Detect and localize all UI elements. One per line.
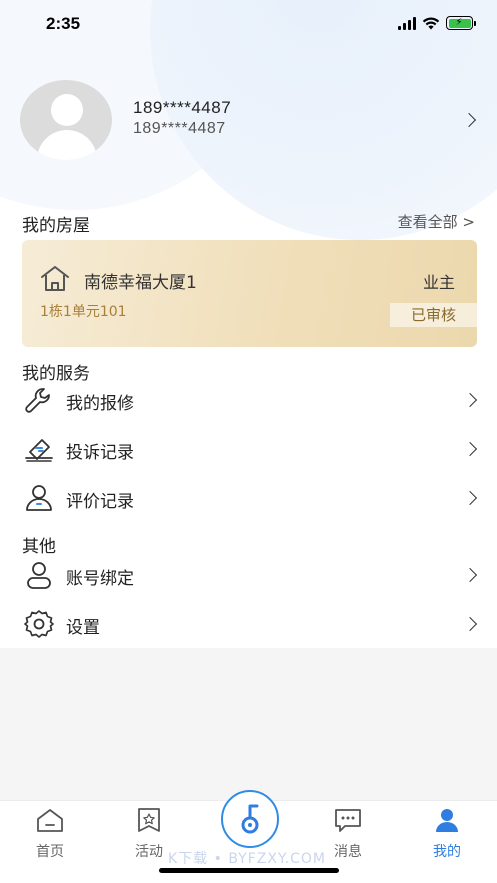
watermark: K下载 • BYFZXY.COM [168,851,327,867]
home-indicator [159,868,339,873]
chevron-right-icon [462,616,478,632]
battery-icon: ⚡ [446,16,476,30]
menu-item-repair[interactable]: 我的报修 [0,377,497,423]
profile-header[interactable]: 189****4487 189****4487 [20,80,480,160]
key-icon [241,804,259,834]
activity-icon [138,808,160,832]
menu-item-label: 投诉记录 [66,443,134,463]
account-icon [27,562,51,589]
profile-name: 189****4487 [133,98,232,117]
view-all-link[interactable]: 查看全部 > [398,211,475,232]
chevron-right-icon [462,441,478,457]
status-bar: 2:35 ⚡ [0,0,497,52]
tab-mine[interactable]: 我的 [407,807,487,861]
chevron-right-icon[interactable] [461,112,477,128]
tab-home[interactable]: 首页 [10,807,90,861]
menu-item-label: 账号绑定 [66,569,134,589]
key-button[interactable] [221,790,279,848]
tab-label: 我的 [433,844,461,860]
chevron-right-icon [462,392,478,408]
tab-label: 首页 [36,844,64,860]
house-unit: 1栋1单元101 [40,304,127,320]
avatar[interactable] [20,80,112,160]
gear-icon [24,610,54,638]
house-card[interactable]: 南德幸福大厦1 业主 1栋1单元101 已审核 [22,240,477,347]
status-icons: ⚡ [398,16,476,30]
house-name: 南德幸福大厦1 [84,273,197,293]
wifi-icon [422,17,440,29]
menu-item-label: 设置 [66,618,100,638]
wrench-icon [25,388,50,413]
signal-icon [398,16,416,30]
house-icon [41,266,69,291]
user-review-icon [26,485,52,511]
content-area: 2:35 ⚡ 189****4487 189****4487 我的房屋 查看全部… [0,0,497,648]
home-icon [37,809,63,832]
menu-item-complaints[interactable]: 投诉记录 [0,426,497,472]
menu-item-label: 评价记录 [66,492,134,512]
chevron-right-icon [462,490,478,506]
complaint-icon [25,439,53,462]
menu-item-settings[interactable]: 设置 [0,601,497,647]
profile-icon [436,809,458,832]
menu-item-reviews[interactable]: 评价记录 [0,475,497,521]
status-time: 2:35 [46,14,81,33]
chevron-right-icon [462,567,478,583]
profile-phone: 189****4487 [133,120,226,137]
status-badge: 已审核 [390,303,477,327]
message-icon [335,809,361,832]
menu-item-label: 我的报修 [66,394,134,414]
menu-item-account-binding[interactable]: 账号绑定 [0,552,497,598]
house-role: 业主 [422,273,455,292]
section-title-my-house: 我的房屋 [22,216,90,236]
